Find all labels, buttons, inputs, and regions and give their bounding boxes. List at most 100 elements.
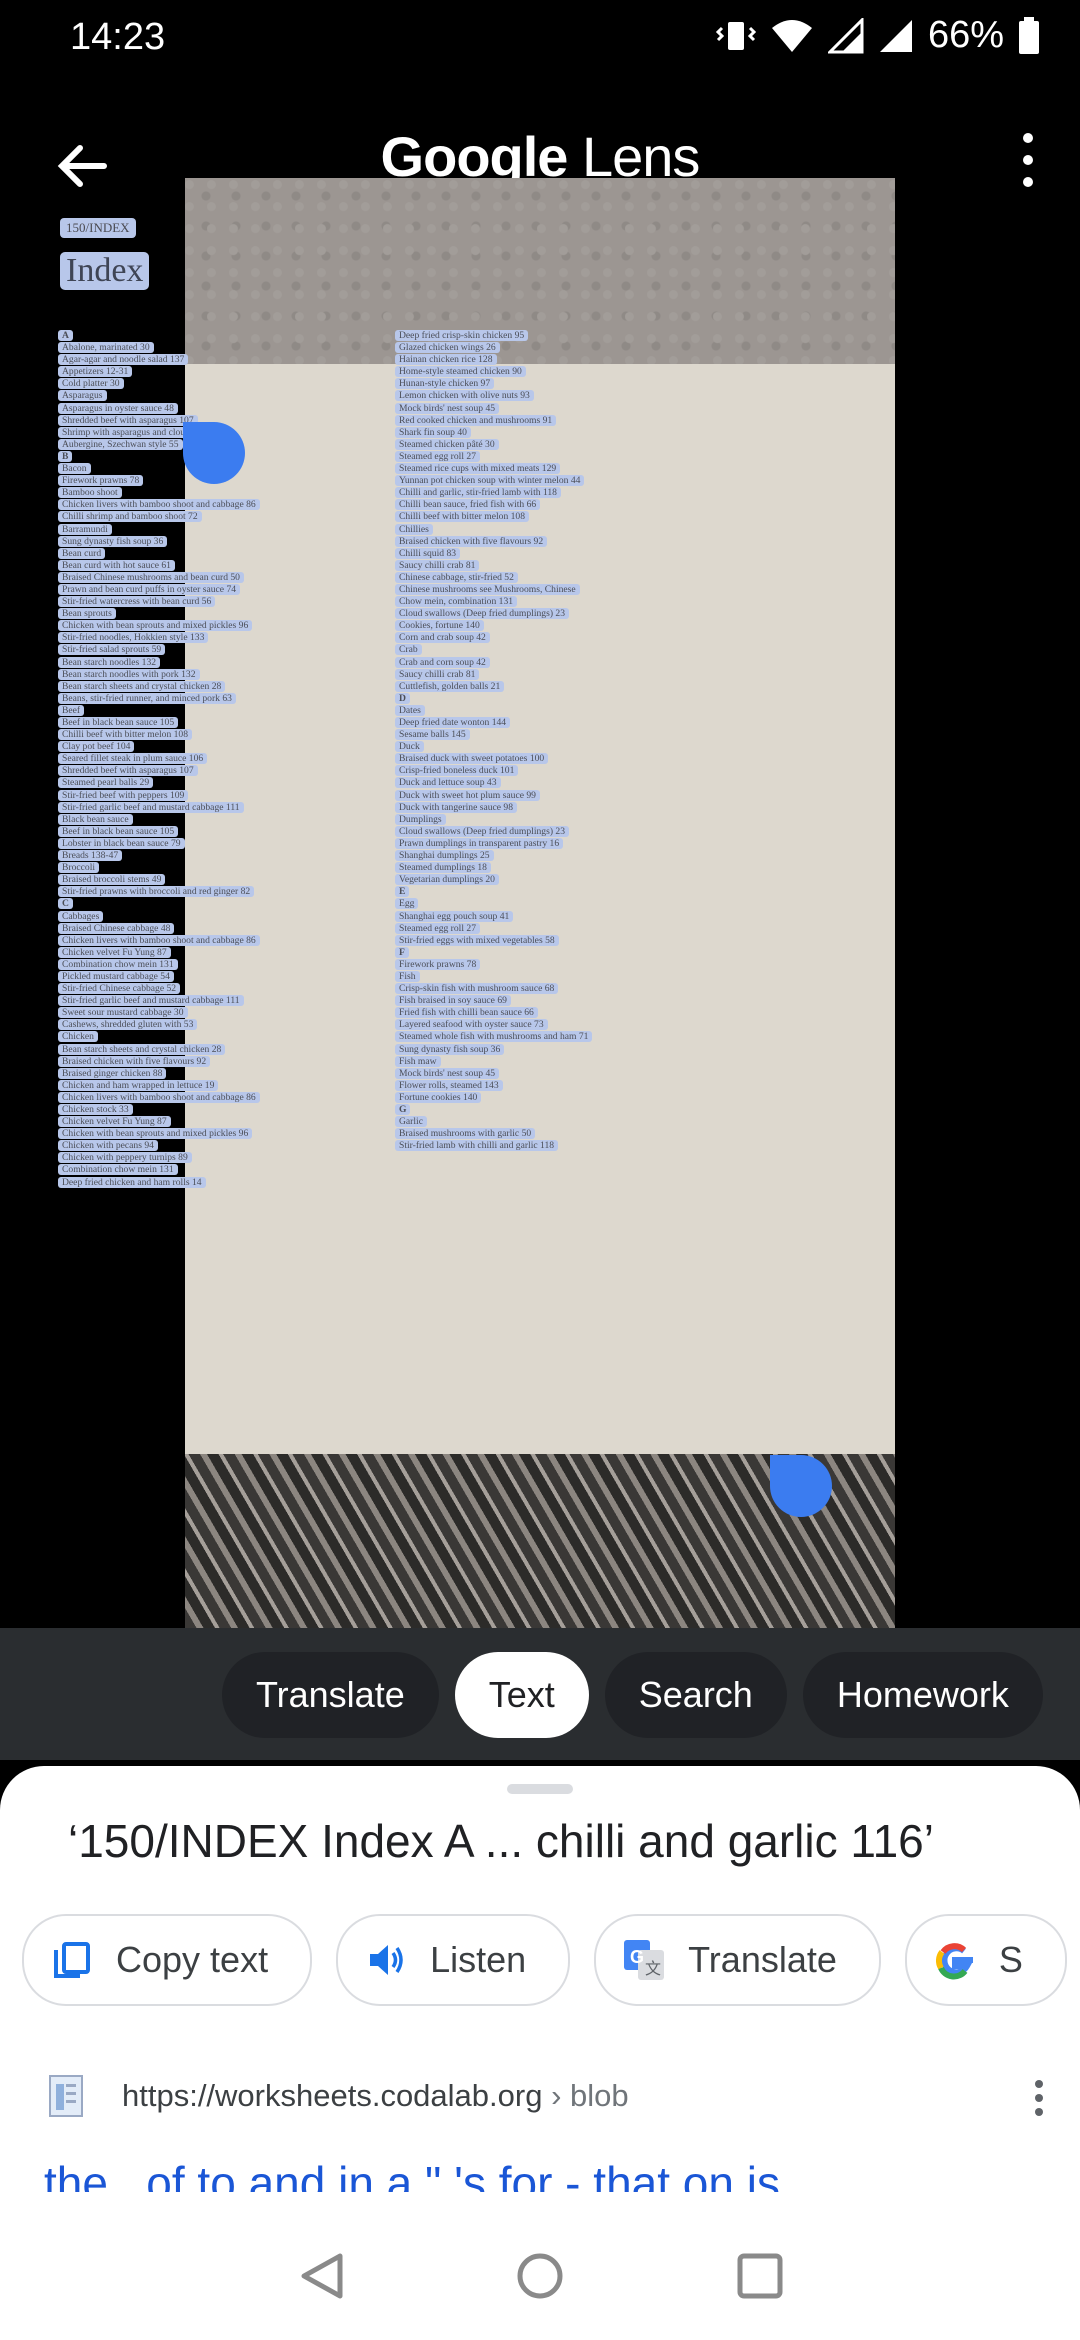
index-entry[interactable]: Stir-fried prawns with broccoli and red … <box>58 886 378 898</box>
index-entry[interactable]: Beef <box>58 704 378 717</box>
index-entry[interactable]: Chicken livers with bamboo shoot and cab… <box>58 499 378 511</box>
index-entry[interactable]: E <box>395 886 695 898</box>
result-more-icon[interactable] <box>1034 2078 1044 2118</box>
index-entry[interactable]: Garlic <box>395 1116 695 1128</box>
index-entry[interactable]: Saucy chilli crab 81 <box>395 559 695 572</box>
selection-end-handle[interactable] <box>770 1455 832 1517</box>
mode-chip-translate[interactable]: Translate <box>222 1652 439 1738</box>
index-entry[interactable]: Abalone, marinated 30 <box>58 342 378 354</box>
extracted-text[interactable]: ‘150/INDEX Index A ... chilli and garlic… <box>68 1814 934 1868</box>
index-entry[interactable]: Stir-fried garlic beef and mustard cabba… <box>58 995 378 1007</box>
index-entry[interactable]: Cabbages <box>58 910 378 923</box>
index-entry[interactable]: Steamed egg roll 27 <box>395 450 695 463</box>
index-entry[interactable]: Bean starch noodles with pork 132 <box>58 668 378 681</box>
index-entry[interactable]: Clay pot beef 104 <box>58 741 378 753</box>
index-entry[interactable]: Chow mein, combination 131 <box>395 596 695 608</box>
index-entry[interactable]: Braised duck with sweet potatoes 100 <box>395 753 695 765</box>
index-entry[interactable]: Shanghai dumplings 25 <box>395 850 695 862</box>
index-entry[interactable]: Stir-fried beef with peppers 109 <box>58 789 378 802</box>
index-entry[interactable]: Chilli beef with bitter melon 108 <box>395 511 695 523</box>
index-entry[interactable]: Bean starch sheets and crystal chicken 2… <box>58 1043 378 1056</box>
index-entry[interactable]: F <box>395 946 695 959</box>
index-entry[interactable]: Steamed rice cups with mixed meats 129 <box>395 463 695 475</box>
index-entry[interactable]: Cashews, shredded gluten with 53 <box>58 1019 378 1031</box>
index-entry[interactable]: Chinese mushrooms see Mushrooms, Chinese <box>395 583 695 596</box>
nav-home-icon[interactable] <box>514 2250 566 2302</box>
index-entry[interactable]: Cloud swallows (Deep fried dumplings) 23 <box>395 825 695 838</box>
copy-text-button[interactable]: Copy text <box>22 1914 313 2006</box>
index-entry[interactable]: Cuttlefish, golden balls 21 <box>395 680 695 693</box>
index-entry[interactable]: Sesame balls 145 <box>395 729 695 741</box>
index-entry[interactable]: Duck <box>395 741 695 753</box>
index-entry[interactable]: Vegetarian dumplings 20 <box>395 874 695 886</box>
index-entry[interactable]: Hunan-style chicken 97 <box>395 378 695 390</box>
index-entry[interactable]: Bamboo shoot <box>58 487 378 499</box>
index-entry[interactable]: Agar-agar and noodle salad 137 <box>58 354 378 366</box>
index-entry[interactable]: Chicken with peppery turnips 89 <box>58 1152 378 1164</box>
index-entry[interactable]: Stir-fried garlic beef and mustard cabba… <box>58 801 378 814</box>
page-heading-text[interactable]: Index <box>60 252 150 290</box>
index-entry[interactable]: Steamed whole fish with mushrooms and ha… <box>395 1031 695 1043</box>
index-entry[interactable]: Shanghai egg pouch soup 41 <box>395 910 695 923</box>
index-entry[interactable]: Chicken livers with bamboo shoot and cab… <box>58 934 378 947</box>
index-entry[interactable]: Yunnan pot chicken soup with winter melo… <box>395 475 695 487</box>
index-entry[interactable]: Fish <box>395 970 695 983</box>
index-entry[interactable]: Saucy chilli crab 81 <box>395 668 695 681</box>
index-entry[interactable]: Chicken with bean sprouts and mixed pick… <box>58 1128 378 1140</box>
index-entry[interactable]: Steamed egg roll 27 <box>395 922 695 935</box>
index-entry[interactable]: Braised ginger chicken 88 <box>58 1067 378 1080</box>
mode-chip-text[interactable]: Text <box>454 1652 589 1738</box>
index-entry[interactable]: Black bean sauce <box>58 813 378 826</box>
index-entry[interactable]: Chicken with bean sprouts and mixed pick… <box>58 620 378 632</box>
index-entry[interactable]: Braised chicken with five flavours 92 <box>395 535 695 548</box>
index-entry[interactable]: Duck with tangerine sauce 98 <box>395 801 695 814</box>
index-entry[interactable]: Chicken velvet Fu Yung 87 <box>58 946 378 959</box>
more-options-icon[interactable] <box>1016 130 1040 190</box>
index-entry[interactable]: Crab <box>395 644 695 656</box>
index-entry[interactable]: D <box>395 692 695 705</box>
index-entry[interactable]: Stir-fried lamb with chilli and garlic 1… <box>395 1140 695 1152</box>
index-entry[interactable]: Stir-fried Chinese cabbage 52 <box>58 983 378 995</box>
index-entry[interactable]: Lemon chicken with olive nuts 93 <box>395 390 695 402</box>
index-entry[interactable]: Glazed chicken wings 26 <box>395 342 695 354</box>
translate-button[interactable]: G文 Translate <box>594 1914 881 2006</box>
index-entry[interactable]: Duck with sweet hot plum sauce 99 <box>395 789 695 802</box>
index-entry[interactable]: Dates <box>395 704 695 717</box>
index-entry[interactable]: A <box>58 330 378 342</box>
index-entry[interactable]: Chinese cabbage, stir-fried 52 <box>395 571 695 584</box>
index-entry[interactable]: Fish braised in soy sauce 69 <box>395 995 695 1007</box>
index-entry[interactable]: Braised Chinese mushrooms and bean curd … <box>58 571 378 584</box>
nav-back-icon[interactable] <box>296 2250 348 2302</box>
index-entry[interactable]: Crab and corn soup 42 <box>395 656 695 669</box>
listen-button[interactable]: Listen <box>336 1914 571 2006</box>
index-entry[interactable]: Appetizers 12-31 <box>58 366 378 378</box>
index-entry[interactable]: Sweet sour mustard cabbage 30 <box>58 1007 378 1019</box>
index-entry[interactable]: Prawn dumplings in transparent pastry 16 <box>395 837 695 850</box>
index-entry[interactable]: Stir-fried eggs with mixed vegetables 58 <box>395 934 695 947</box>
sheet-drag-handle[interactable] <box>507 1784 573 1794</box>
index-entry[interactable]: Stir-fried salad sprouts 59 <box>58 644 378 656</box>
index-entry[interactable]: Bean curd with hot sauce 61 <box>58 559 378 572</box>
index-entry[interactable]: Fried fish with chilli bean sauce 66 <box>395 1007 695 1019</box>
index-entry[interactable]: Corn and crab soup 42 <box>395 632 695 644</box>
result-snippet-link[interactable]: the , of to and in a " 's for - that on … <box>44 2158 1044 2192</box>
index-entry[interactable]: Deep fried crisp-skin chicken 95 <box>395 330 695 342</box>
index-entry[interactable]: Breads 138-47 <box>58 850 378 862</box>
source-url[interactable]: https://worksheets.codalab.org › blob <box>122 2078 629 2114</box>
index-entry[interactable]: Braised chicken with five flavours 92 <box>58 1055 378 1068</box>
index-entry[interactable]: Layered seafood with oyster sauce 73 <box>395 1019 695 1031</box>
mode-chip-search[interactable]: Search <box>604 1652 787 1738</box>
index-entry[interactable]: Cold platter 30 <box>58 378 378 390</box>
index-entry[interactable]: Barramundi <box>58 523 378 536</box>
index-entry[interactable]: Crisp-skin fish with mushroom sauce 68 <box>395 983 695 995</box>
index-entry[interactable]: Stir-fried noodles, Hokkien style 133 <box>58 632 378 644</box>
index-entry[interactable]: Prawn and bean curd puffs in oyster sauc… <box>58 583 378 596</box>
index-entry[interactable]: Sung dynasty fish soup 36 <box>58 535 378 548</box>
index-entry[interactable]: Chicken velvet Fu Yung 87 <box>58 1116 378 1128</box>
index-entry[interactable]: Chicken <box>58 1031 378 1043</box>
index-entry[interactable]: Chicken livers with bamboo shoot and cab… <box>58 1091 378 1104</box>
index-entry[interactable]: Fish maw <box>395 1055 695 1068</box>
index-entry[interactable]: Deep fried chicken and ham rolls 14 <box>58 1176 378 1189</box>
index-entry[interactable]: Chilli squid 83 <box>395 547 695 560</box>
index-entry[interactable]: Duck and lettuce soup 43 <box>395 777 695 789</box>
